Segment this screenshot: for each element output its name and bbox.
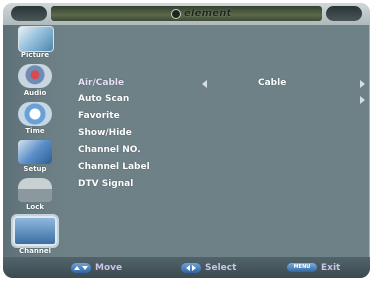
picture-icon	[18, 26, 54, 52]
channel-menu: Air/Cable Cable Auto Scan Favorite Show/…	[67, 25, 370, 257]
menu-item-label: Channel Label	[78, 162, 150, 172]
menu-item-label: Channel NO.	[78, 145, 141, 155]
menu-item-label: Auto Scan	[78, 94, 130, 104]
osd-frame: element Picture Audio Time Setup Lock Ch…	[3, 3, 370, 278]
menu-item-label: Air/Cable	[78, 78, 125, 88]
sidebar-item-audio[interactable]: Audio	[7, 63, 63, 101]
hint-move: Move	[71, 261, 122, 274]
hint-select: Select	[181, 261, 236, 274]
air-cable-value: Cable	[258, 78, 287, 88]
sidebar-item-picture[interactable]: Picture	[7, 25, 63, 63]
hint-exit-label: Exit	[321, 262, 341, 273]
hint-exit: MENU Exit	[287, 261, 340, 274]
top-bar-right-cap	[326, 6, 362, 21]
menu-item-label: Show/Hide	[78, 128, 132, 138]
sidebar-item-label: Time	[25, 127, 45, 135]
arrow-right-icon[interactable]	[360, 96, 365, 104]
menu-item-channel-no[interactable]: Channel NO.	[78, 145, 363, 159]
arrow-left-icon[interactable]	[202, 80, 207, 88]
speaker-icon	[18, 64, 52, 88]
menu-item-label: Favorite	[78, 111, 120, 121]
top-bar-left-cap	[11, 6, 47, 21]
tv-icon	[13, 216, 57, 246]
sidebar-item-channel[interactable]: Channel	[7, 215, 63, 255]
setup-icon	[18, 140, 52, 164]
sidebar-item-label: Channel	[19, 247, 51, 255]
sidebar-item-time[interactable]: Time	[7, 101, 63, 139]
hint-select-label: Select	[205, 262, 237, 273]
menu-item-show-hide[interactable]: Show/Hide	[78, 128, 363, 142]
menu-item-favorite[interactable]: Favorite	[78, 111, 363, 125]
osd-screen: element Picture Audio Time Setup Lock Ch…	[0, 0, 373, 281]
sidebar-item-setup[interactable]: Setup	[7, 139, 63, 177]
bottom-hint-bar: Move Select MENU Exit	[3, 257, 370, 278]
menu-item-auto-scan[interactable]: Auto Scan	[78, 94, 365, 108]
element-logo-icon	[171, 8, 181, 19]
brand-name: element	[184, 8, 232, 19]
arrow-right-icon[interactable]	[360, 80, 365, 88]
sidebar-item-label: Audio	[23, 89, 47, 97]
hint-move-label: Move	[95, 262, 123, 273]
menu-item-channel-label[interactable]: Channel Label	[78, 162, 363, 176]
menu-key-icon: MENU	[287, 263, 317, 272]
menu-item-air-cable[interactable]: Air/Cable Cable	[78, 78, 365, 92]
menu-item-dtv-signal[interactable]: DTV Signal	[78, 179, 363, 193]
brand-logo: element	[171, 6, 232, 21]
sidebar-item-label: Setup	[23, 165, 47, 173]
clock-icon	[18, 102, 52, 126]
left-right-keys-icon	[181, 262, 201, 273]
menu-item-label: DTV Signal	[78, 179, 134, 189]
sidebar-item-lock[interactable]: Lock	[7, 177, 63, 215]
sidebar-item-label: Lock	[25, 203, 45, 211]
top-bar: element	[3, 3, 370, 25]
sidebar-item-label: Picture	[20, 51, 50, 59]
brand-bar: element	[51, 6, 322, 21]
up-down-keys-icon	[71, 262, 91, 273]
sidebar: Picture Audio Time Setup Lock Channel	[3, 25, 67, 257]
lock-icon	[18, 178, 52, 202]
